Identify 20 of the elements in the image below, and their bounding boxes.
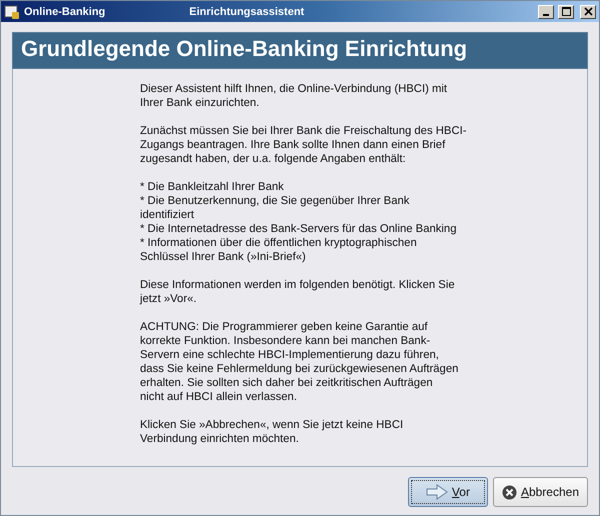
paragraph: Klicken Sie »Abbrechen«, wenn Sie jetzt keine HBCI Verbindung einrichten möchten. [140, 418, 404, 446]
paragraph: Dieser Assistent hilft Ihnen, die Online-Verbindung (HBCI) mit Ihrer Bank einzurichten. [140, 82, 448, 110]
page-heading: Grundlegende Online-Banking Einrichtung [12, 32, 588, 69]
close-icon [584, 7, 592, 16]
cancel-button[interactable]: Abbrechen [492, 477, 588, 507]
window-title: Einrichtungsassistent [189, 6, 304, 18]
next-button[interactable]: Vor [408, 477, 488, 507]
app-name: Online-Banking [24, 6, 106, 18]
minimize-button[interactable] [538, 4, 554, 18]
paragraph: * Die Bankleitzahl Ihrer Bank * Die Benutzerkennung, die Sie gegenüber Ihrer Bank identifiziert * Die Internetadresse des Bank-Servers für das Online Banking * Informationen über die öffentlichen kryptographischen Schlüssel Ihrer Bank (»Ini-Brief«) [140, 180, 458, 264]
app-icon [4, 4, 20, 20]
close-button[interactable] [580, 4, 596, 18]
maximize-icon [562, 7, 570, 16]
maximize-button[interactable] [558, 4, 574, 18]
arrow-icon [426, 484, 448, 500]
minimize-icon [543, 14, 549, 16]
paragraph: Zunächst müssen Sie bei Ihrer Bank die Freischaltung des HBCI- Zugangs beantragen. Ihre Bank sollte Ihnen dann einen Brief zugesandt haben, der u.a. folgende Angaben enthält: [140, 124, 468, 166]
paragraph: Diese Informationen werden im folgenden benötigt. Klicken Sie jetzt »Vor«. [140, 278, 456, 306]
cancel-icon [502, 484, 517, 500]
paragraph: ACHTUNG: Die Programmierer geben keine Garantie auf korrekte Funktion. Insbesondere kann bei manchen Bank- Servern eine schlechte HBCI-Implementierung dazu führen, dass Sie keine Fehlermeldung bei zurückgewiesenen Aufträgen erhalten. Sie sollten sich daher bei zeitkritischen Aufträgen nicht auf HBCI allein verlassen. [140, 320, 460, 404]
